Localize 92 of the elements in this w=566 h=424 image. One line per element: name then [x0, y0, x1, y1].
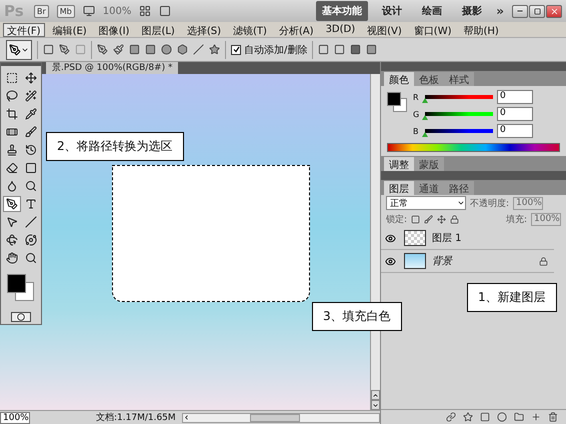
- pen-icon: [9, 44, 21, 56]
- arrange-icon[interactable]: [139, 5, 152, 17]
- slider-thumb[interactable]: [422, 98, 428, 104]
- layer-name: 图层 1: [432, 232, 463, 245]
- annotation-callout: 2、将路径转换为选区: [46, 132, 184, 161]
- color-swatches-icon[interactable]: [5, 274, 35, 302]
- annotation-callout: 3、填充白色: [312, 302, 402, 331]
- move-icon[interactable]: [437, 214, 446, 224]
- fill-field[interactable]: 100%: [531, 212, 561, 226]
- rectangle-icon[interactable]: [129, 44, 140, 55]
- opacity-label: 不透明度:: [470, 198, 510, 210]
- zoom-field[interactable]: 100%: [0, 412, 30, 424]
- more-workspaces[interactable]: »: [496, 4, 504, 18]
- slider-thumb[interactable]: [422, 115, 428, 120]
- check-icon: [232, 46, 240, 53]
- quick-mask-button[interactable]: [11, 312, 31, 322]
- menu-item[interactable]: 分析(A): [274, 22, 318, 36]
- new-layer-icon[interactable]: [531, 412, 541, 422]
- circle-icon: [17, 313, 25, 321]
- fill-label: 填充:: [506, 214, 527, 226]
- folder-icon[interactable]: [514, 412, 524, 422]
- annotation-callout: 1、新建图层: [467, 283, 557, 312]
- menu-item[interactable]: 滤镜(T): [228, 22, 271, 36]
- panel-tab[interactable]: 路径: [444, 181, 474, 195]
- tool-preset-button[interactable]: [6, 40, 32, 60]
- paths-icon[interactable]: [59, 44, 70, 55]
- channel-value-field[interactable]: 0: [497, 124, 533, 138]
- menu-item[interactable]: 文件(F): [3, 22, 45, 36]
- panel-tab[interactable]: 通道: [414, 181, 444, 195]
- horizontal-scrollbar[interactable]: [182, 412, 380, 422]
- channel-value-field[interactable]: 0: [497, 90, 533, 104]
- menu-item[interactable]: 选择(S): [182, 22, 225, 36]
- link-icon[interactable]: [446, 412, 456, 422]
- channel-label: B: [413, 126, 420, 136]
- color-spectrum[interactable]: [387, 143, 560, 152]
- panel-tab[interactable]: 图层: [384, 181, 414, 195]
- brush-icon[interactable]: [424, 214, 434, 224]
- panel-tab[interactable]: 颜色: [384, 72, 414, 86]
- zoom-level[interactable]: 100%: [102, 6, 132, 16]
- checkbox[interactable]: [231, 44, 241, 54]
- app-logo: Ps: [4, 2, 25, 20]
- panel-tab[interactable]: 色板: [414, 72, 444, 86]
- menu-item[interactable]: 图层(L): [137, 22, 179, 36]
- workspace-button[interactable]: 基本功能: [316, 1, 368, 21]
- workspace-button[interactable]: 摄影: [456, 1, 488, 21]
- rounded-rectangle-icon[interactable]: [145, 44, 156, 55]
- auto-add-delete-checkbox[interactable]: 自动添加/删除: [231, 42, 308, 56]
- pen-icon[interactable]: [3, 196, 21, 212]
- pen-icon[interactable]: [97, 44, 108, 55]
- minimize-button[interactable]: [512, 4, 528, 18]
- color-swatches-icon[interactable]: [387, 92, 407, 112]
- lock-icon[interactable]: [450, 214, 460, 224]
- scroll-up-icon[interactable]: [372, 392, 379, 398]
- close-button[interactable]: [546, 4, 562, 18]
- scroll-left-icon[interactable]: [182, 414, 190, 421]
- opacity-field[interactable]: 100%: [513, 196, 544, 210]
- slider-thumb[interactable]: [422, 132, 428, 138]
- menu-item[interactable]: 编辑(E): [48, 22, 91, 36]
- close-icon: [550, 6, 558, 16]
- mini-bridge-button[interactable]: Mb: [56, 4, 75, 18]
- menu-item[interactable]: 3D(D): [322, 22, 360, 36]
- line-icon[interactable]: [193, 44, 204, 55]
- layer-row[interactable]: 背景: [381, 250, 554, 273]
- blend-mode-dropdown[interactable]: 正常: [386, 196, 466, 210]
- eye-icon[interactable]: [385, 232, 398, 244]
- panel-tab[interactable]: 蒙版: [414, 157, 444, 171]
- maximize-button[interactable]: [529, 4, 545, 18]
- custom-shape-icon[interactable]: [209, 44, 220, 55]
- ellipse-icon[interactable]: [161, 44, 172, 55]
- document-size: 文档:1.17M/1.65M: [96, 412, 176, 424]
- trash-icon[interactable]: [548, 412, 558, 422]
- menu-item[interactable]: 图像(I): [94, 22, 134, 36]
- lock-label: 锁定:: [386, 214, 408, 226]
- panel-tab[interactable]: 调整: [384, 157, 414, 171]
- bridge-button[interactable]: Br: [34, 4, 49, 18]
- channel-label: R: [413, 92, 420, 102]
- eye-icon[interactable]: [385, 256, 398, 266]
- workspace-button[interactable]: 绘画: [416, 1, 448, 21]
- caret-icon: [457, 199, 465, 207]
- polygon-icon[interactable]: [177, 44, 188, 55]
- menu-item[interactable]: 窗口(W): [410, 22, 456, 36]
- menu-item[interactable]: 视图(V): [363, 22, 406, 36]
- workspace-button[interactable]: 设计: [376, 1, 408, 21]
- channel-value-field[interactable]: 0: [497, 107, 533, 122]
- panel-tab[interactable]: 样式: [444, 72, 474, 86]
- layer-row[interactable]: 图层 1: [381, 227, 554, 250]
- maximize-icon: [534, 8, 540, 14]
- scroll-down-icon[interactable]: [372, 402, 379, 408]
- menu-item[interactable]: 帮助(H): [460, 22, 503, 36]
- layer-name: 背景: [432, 254, 454, 268]
- document-tab[interactable]: 景.PSD @ 100%(RGB/8#) *: [46, 62, 178, 74]
- channel-label: G: [413, 110, 420, 119]
